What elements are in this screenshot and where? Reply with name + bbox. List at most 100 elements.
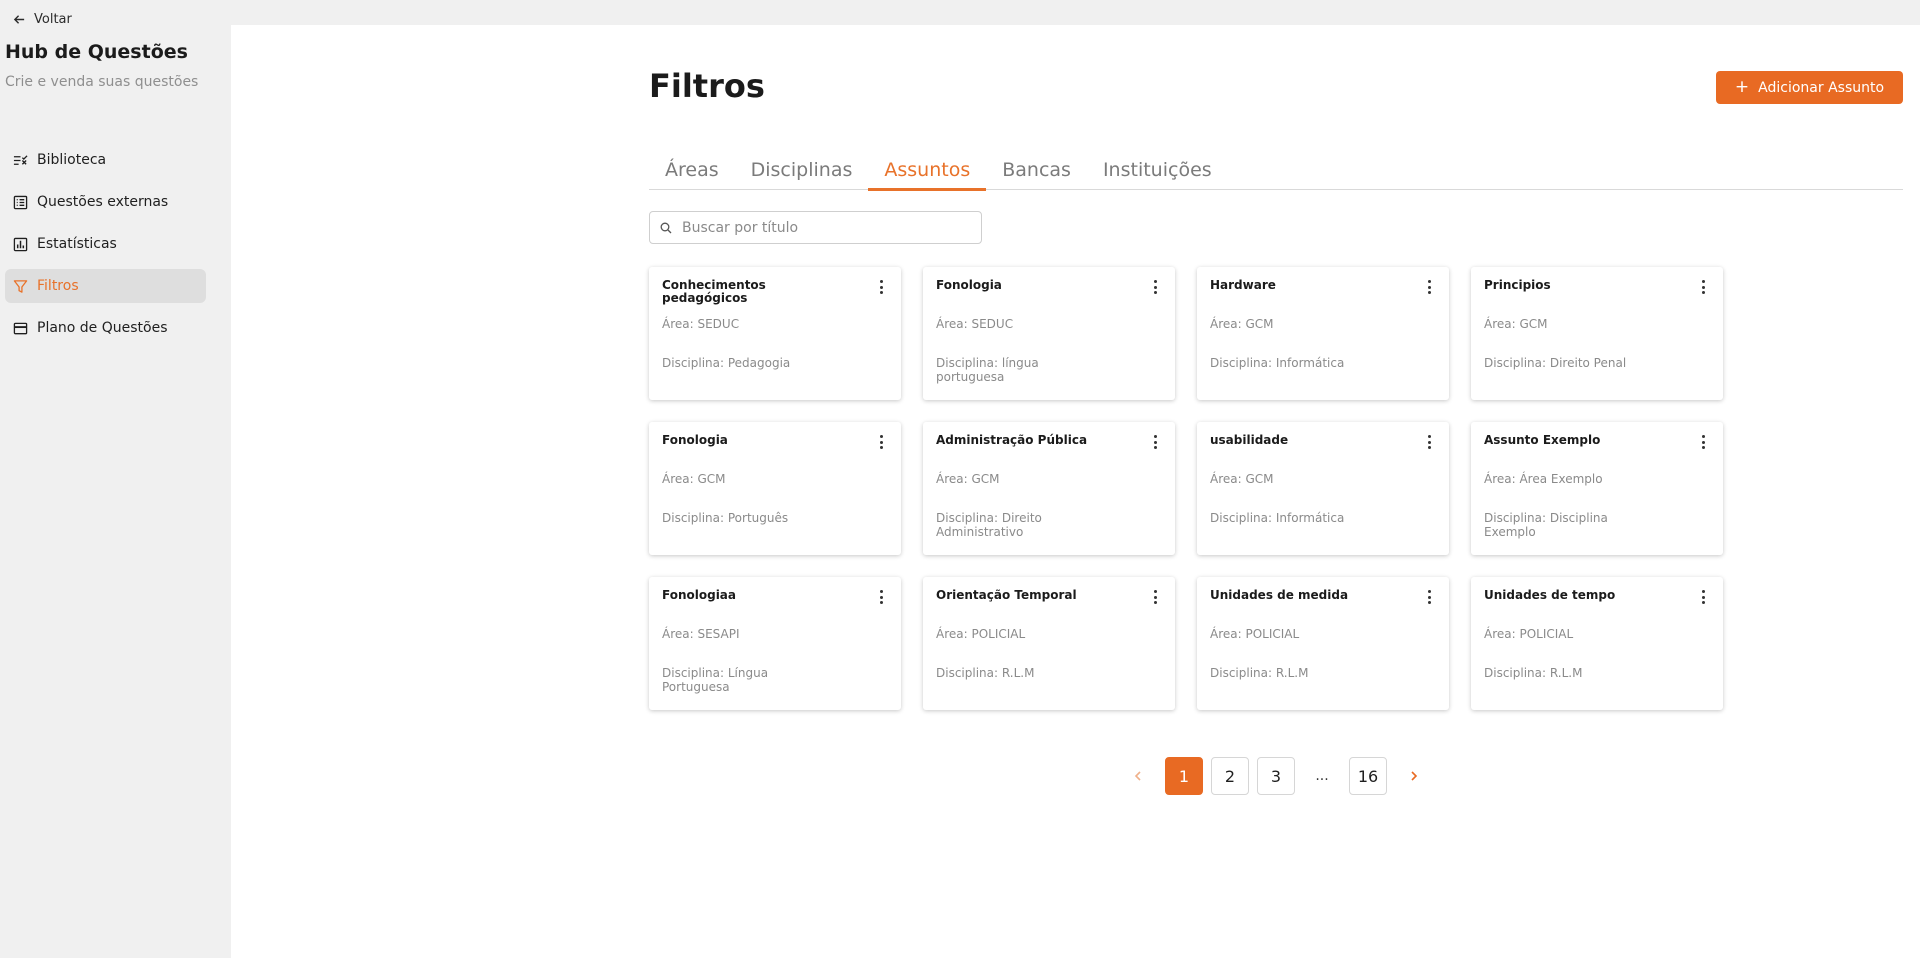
- assunto-card[interactable]: Assunto Exemplo Área: Área Exemplo Disci…: [1471, 422, 1723, 555]
- more-vertical-icon[interactable]: [1698, 590, 1708, 604]
- page-button-1[interactable]: 1: [1165, 757, 1203, 795]
- more-vertical-icon[interactable]: [1424, 280, 1434, 294]
- card-title: Unidades de tempo: [1484, 588, 1616, 602]
- assunto-card[interactable]: Orientação Temporal Área: POLICIAL Disci…: [923, 577, 1175, 710]
- sidebar-item-label: Plano de Questões: [37, 320, 168, 336]
- card-area: Área: POLICIAL: [1484, 627, 1574, 641]
- assunto-card[interactable]: Fonologia Área: GCM Disciplina: Portuguê…: [649, 422, 901, 555]
- card-title: Assunto Exemplo: [1484, 433, 1601, 447]
- app-title: Hub de Questões: [5, 41, 188, 63]
- tab-assuntos[interactable]: Assuntos: [868, 149, 987, 191]
- card-title: Conhecimentos pedagógicos: [662, 278, 766, 305]
- card-title: Unidades de medida: [1210, 588, 1349, 602]
- search-icon: [660, 222, 672, 233]
- add-assunto-button[interactable]: + Adicionar Assunto: [1716, 71, 1903, 104]
- card-disciplina: Disciplina: Direito Administrativo: [936, 511, 1042, 539]
- more-vertical-icon[interactable]: [1150, 435, 1160, 449]
- card-disciplina: Disciplina: Disciplina Exemplo: [1484, 511, 1608, 539]
- sidebar-item-biblioteca[interactable]: Biblioteca: [5, 143, 206, 177]
- card-disciplina: Disciplina: língua portuguesa: [936, 356, 1039, 384]
- main-content: Filtros + Adicionar Assunto Áreas Discip…: [231, 25, 1920, 958]
- sidebar-item-estatisticas[interactable]: Estatísticas: [5, 227, 206, 261]
- back-label: Voltar: [34, 12, 72, 27]
- tab-bancas[interactable]: Bancas: [986, 149, 1087, 190]
- card-title: Hardware: [1210, 278, 1276, 292]
- card-title: usabilidade: [1210, 433, 1289, 447]
- card-title: Fonologia: [662, 433, 728, 447]
- card-area: Área: POLICIAL: [1210, 627, 1300, 641]
- card-area: Área: SEDUC: [662, 317, 740, 331]
- tab-disciplinas[interactable]: Disciplinas: [735, 149, 869, 190]
- more-vertical-icon[interactable]: [1424, 590, 1434, 604]
- page-button-last[interactable]: 16: [1349, 757, 1387, 795]
- card-area: Área: POLICIAL: [936, 627, 1026, 641]
- page-button-3[interactable]: 3: [1257, 757, 1295, 795]
- sidebar-item-label: Estatísticas: [37, 236, 117, 252]
- tab-instituicoes[interactable]: Instituições: [1087, 149, 1228, 190]
- more-vertical-icon[interactable]: [876, 435, 886, 449]
- assuntos-grid: Conhecimentos pedagógicos Área: SEDUC Di…: [649, 267, 1723, 710]
- add-assunto-label: Adicionar Assunto: [1758, 79, 1885, 96]
- assunto-card[interactable]: Unidades de tempo Área: POLICIAL Discipl…: [1471, 577, 1723, 710]
- card-title: Principios: [1484, 278, 1551, 292]
- more-vertical-icon[interactable]: [1150, 590, 1160, 604]
- plus-icon: +: [1734, 77, 1750, 97]
- assunto-card[interactable]: usabilidade Área: GCM Disciplina: Inform…: [1197, 422, 1449, 555]
- card-area: Área: SEDUC: [936, 317, 1014, 331]
- sidebar-item-questoes-externas[interactable]: Questões externas: [5, 185, 206, 219]
- pagination: 1 2 3 ... 16: [1119, 757, 1433, 795]
- previous-page-button[interactable]: [1119, 757, 1157, 795]
- assunto-card[interactable]: Principios Área: GCM Disciplina: Direito…: [1471, 267, 1723, 400]
- page-title: Filtros: [649, 67, 765, 105]
- card-area: Área: SESAPI: [662, 627, 740, 641]
- sidebar-item-label: Questões externas: [37, 194, 169, 210]
- back-button[interactable]: Voltar: [13, 12, 72, 27]
- more-vertical-icon[interactable]: [1698, 280, 1708, 294]
- sidebar-item-plano-de-questoes[interactable]: Plano de Questões: [5, 311, 206, 345]
- card-area: Área: GCM: [1484, 317, 1548, 331]
- assunto-card[interactable]: Fonologiaa Área: SESAPI Disciplina: Líng…: [649, 577, 901, 710]
- sidebar-item-filtros[interactable]: Filtros: [5, 269, 206, 303]
- card-area: Área: Área Exemplo: [1484, 472, 1603, 486]
- search-input[interactable]: [682, 219, 962, 236]
- card-disciplina: Disciplina: R.L.M: [1210, 666, 1309, 680]
- card-disciplina: Disciplina: Informática: [1210, 356, 1345, 370]
- more-vertical-icon[interactable]: [1424, 435, 1434, 449]
- card-icon: [13, 322, 28, 334]
- card-disciplina: Disciplina: Direito Penal: [1484, 356, 1627, 370]
- card-disciplina: Disciplina: Português: [662, 511, 789, 525]
- assunto-card[interactable]: Conhecimentos pedagógicos Área: SEDUC Di…: [649, 267, 901, 400]
- filter-icon: [13, 279, 28, 293]
- more-vertical-icon[interactable]: [1150, 280, 1160, 294]
- bar-chart-icon: [13, 237, 28, 251]
- assunto-card[interactable]: Administração Pública Área: GCM Discipli…: [923, 422, 1175, 555]
- more-vertical-icon[interactable]: [1698, 435, 1708, 449]
- card-disciplina: Disciplina: Língua Portuguesa: [662, 666, 769, 694]
- page-button-2[interactable]: 2: [1211, 757, 1249, 795]
- list-box-icon: [13, 195, 28, 209]
- more-vertical-icon[interactable]: [876, 280, 886, 294]
- card-title: Administração Pública: [936, 433, 1088, 447]
- sidebar-nav: Biblioteca Questões externas Estatística…: [5, 143, 206, 353]
- chevron-right-icon: [1411, 771, 1418, 781]
- search-box: [649, 211, 982, 244]
- assunto-card[interactable]: Hardware Área: GCM Disciplina: Informáti…: [1197, 267, 1449, 400]
- chevron-left-icon: [1134, 771, 1141, 781]
- card-area: Área: GCM: [1210, 472, 1274, 486]
- assunto-card[interactable]: Fonologia Área: SEDUC Disciplina: língua…: [923, 267, 1175, 400]
- assunto-card[interactable]: Unidades de medida Área: POLICIAL Discip…: [1197, 577, 1449, 710]
- checklist-icon: [13, 154, 28, 165]
- card-disciplina: Disciplina: Pedagogia: [662, 356, 791, 370]
- card-area: Área: GCM: [936, 472, 1000, 486]
- card-title: Fonologiaa: [662, 588, 736, 602]
- card-disciplina: Disciplina: Informática: [1210, 511, 1345, 525]
- sidebar-item-label: Biblioteca: [37, 152, 107, 168]
- more-vertical-icon[interactable]: [876, 590, 886, 604]
- pagination-ellipsis: ...: [1315, 768, 1329, 784]
- filter-tabs: Áreas Disciplinas Assuntos Bancas Instit…: [649, 149, 1903, 191]
- arrow-left-icon: [13, 15, 25, 24]
- card-disciplina: Disciplina: R.L.M: [936, 666, 1035, 680]
- tab-areas[interactable]: Áreas: [649, 149, 735, 190]
- next-page-button[interactable]: [1395, 757, 1433, 795]
- card-disciplina: Disciplina: R.L.M: [1484, 666, 1583, 680]
